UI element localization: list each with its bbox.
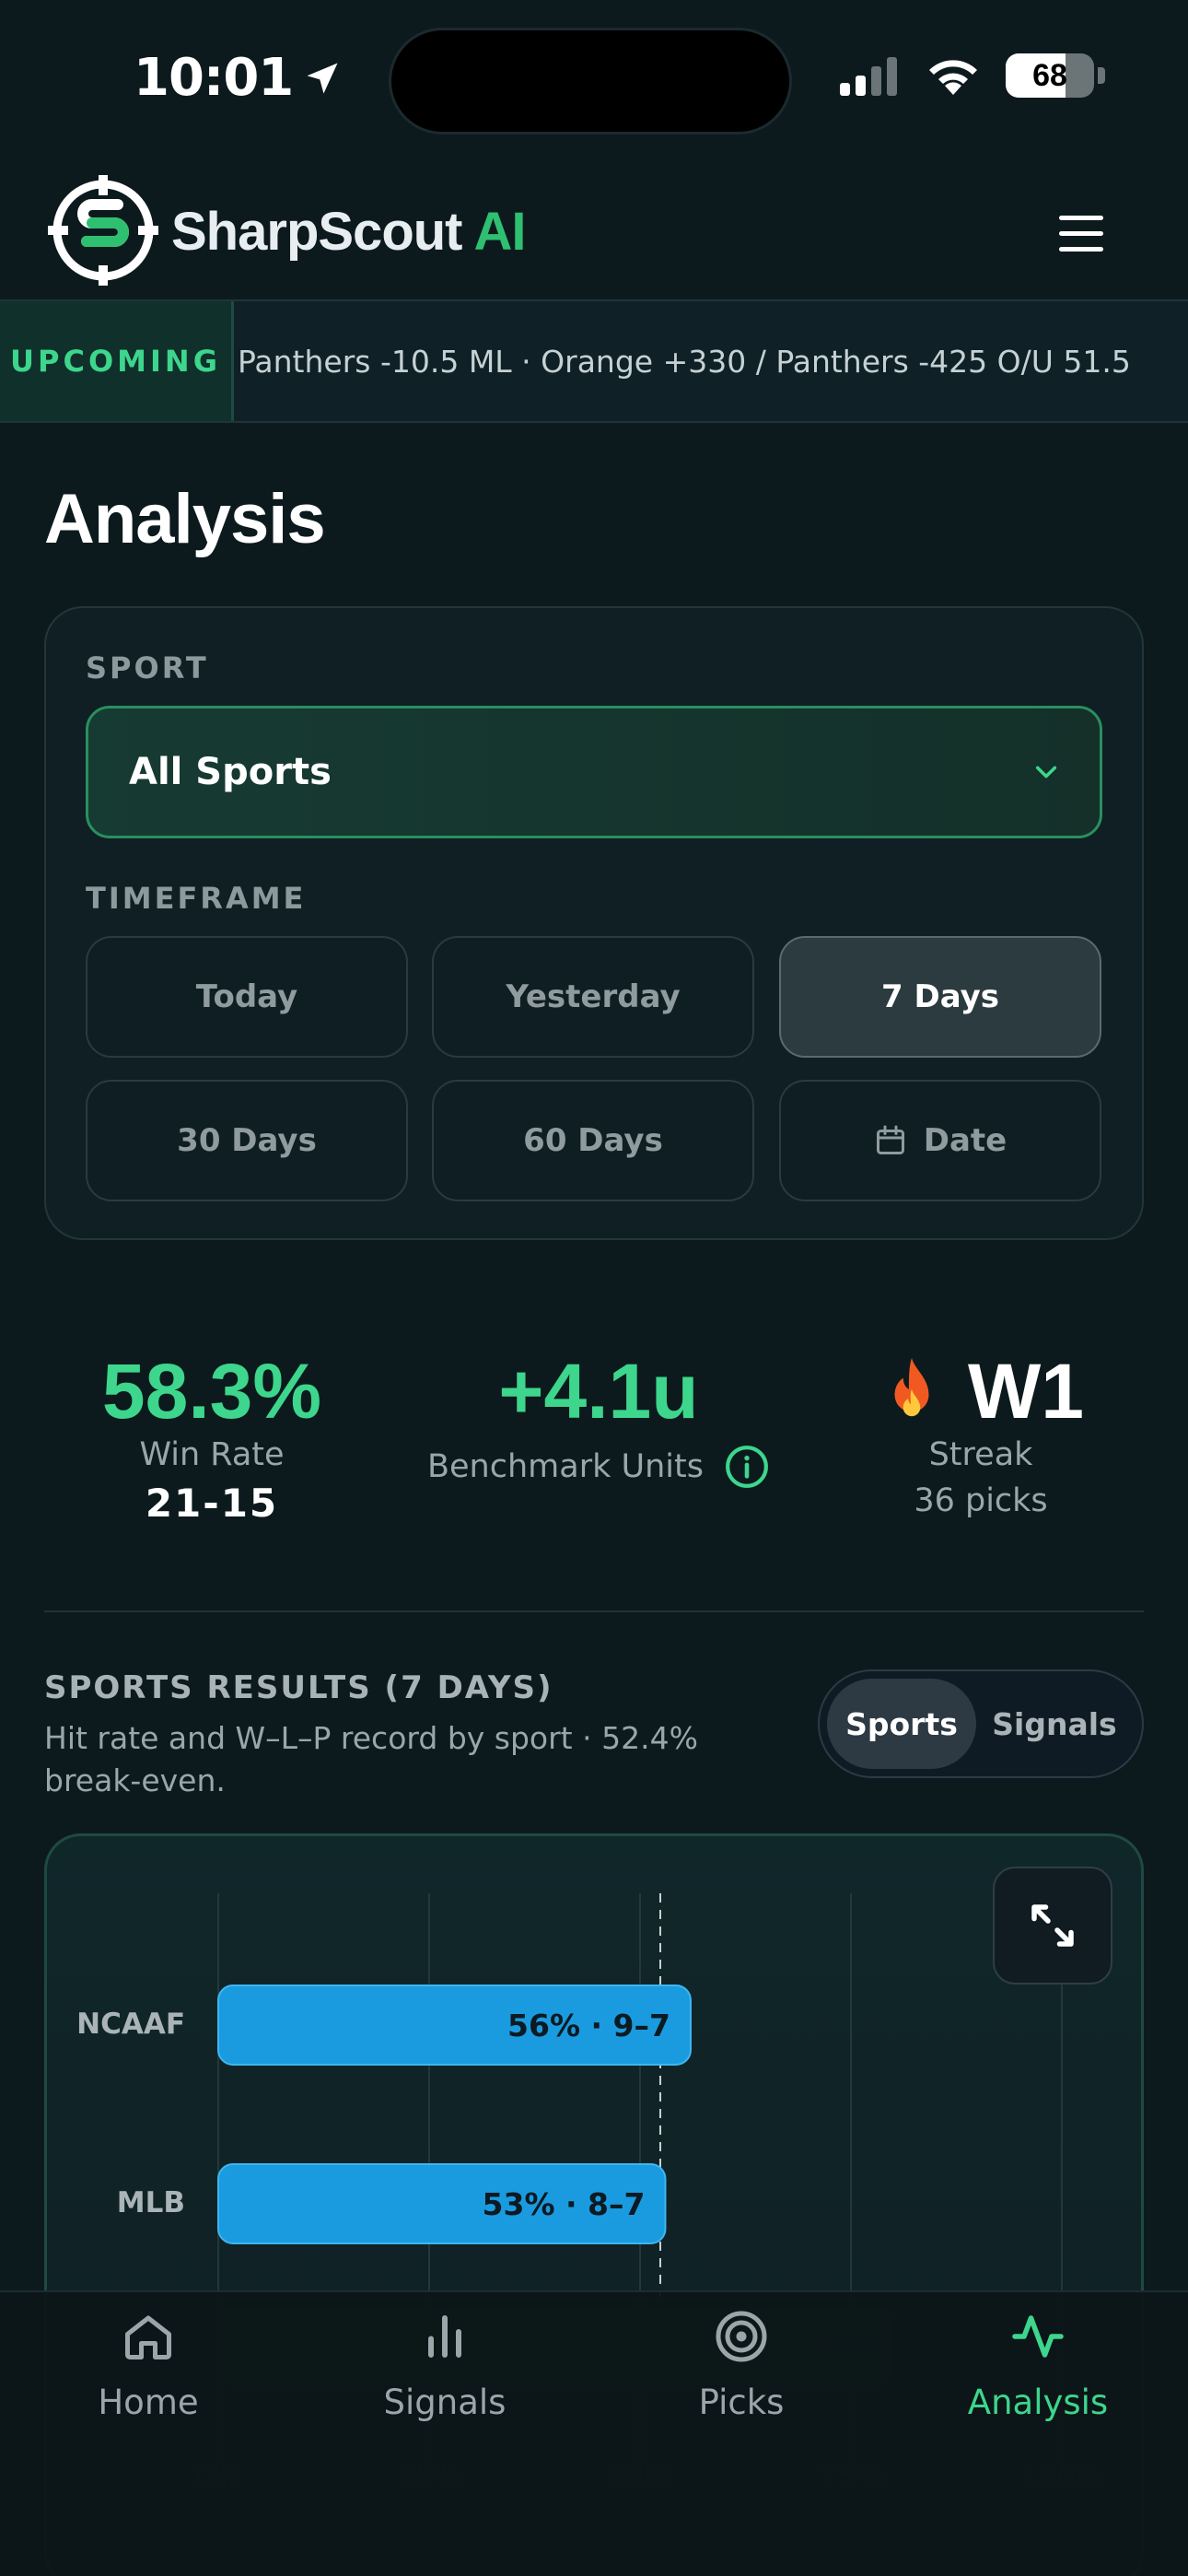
expand-chart-button[interactable] — [993, 1867, 1112, 1985]
units-label: Benchmark Units — [427, 1448, 704, 1485]
brand-text: SharpScout — [171, 202, 462, 262]
expand-icon — [1031, 1904, 1074, 1947]
toggle-sports-button[interactable]: Sports — [827, 1679, 976, 1769]
target-icon — [716, 2311, 767, 2362]
streak-label: Streak — [928, 1436, 1033, 1473]
page-title: Analysis — [44, 480, 326, 558]
units-stat: +4.1u Benchmark Units — [405, 1347, 792, 1490]
win-rate-label: Win Rate — [139, 1436, 285, 1473]
sharpscout-logo-icon[interactable] — [46, 173, 160, 287]
nav-signals[interactable]: Signals — [297, 2309, 593, 2422]
bar-chart-icon — [428, 2315, 461, 2358]
battery-indicator: 68 — [1006, 53, 1094, 98]
activity-icon — [1012, 2315, 1064, 2358]
ticker-label: UPCOMING — [0, 301, 234, 421]
toggle-signals-button[interactable]: Signals — [976, 1679, 1133, 1769]
hamburger-menu-icon[interactable] — [1059, 216, 1103, 256]
category-label: MLB — [117, 2186, 185, 2219]
results-view-toggle: Sports Signals — [818, 1669, 1144, 1778]
info-icon[interactable] — [724, 1444, 770, 1490]
fire-icon — [894, 1357, 929, 1416]
category-label: NCAAF — [76, 2008, 185, 2041]
timeframe-label-text: Yesterday — [506, 978, 681, 1015]
nav-home[interactable]: Home — [0, 2309, 297, 2422]
bar-label: 53% · 8–7 — [483, 2186, 646, 2222]
streak-stat: W1 Streak 36 picks — [829, 1347, 1133, 1519]
status-indicators: 68 — [838, 53, 1105, 98]
nav-picks[interactable]: Picks — [593, 2309, 890, 2422]
units-value: +4.1u — [498, 1348, 699, 1434]
timeframe-yesterday-button[interactable]: Yesterday — [432, 936, 754, 1058]
brand-name: SharpScout AI — [171, 201, 526, 263]
ticker-text: Panthers -10.5 ML · Orange +330 / Panthe… — [238, 343, 1131, 380]
nav-label: Analysis — [967, 2383, 1109, 2422]
win-loss-record: 21-15 — [145, 1481, 279, 1526]
cellular-signal-icon — [840, 57, 897, 96]
bar-label: 56% · 9–7 — [507, 2008, 670, 2043]
nav-label: Picks — [698, 2383, 785, 2422]
streak-value: W1 — [968, 1348, 1084, 1434]
timeframe-today-button[interactable]: Today — [86, 936, 408, 1058]
dynamic-island — [389, 28, 792, 135]
timeframe-label-text: Today — [195, 978, 298, 1015]
timeframe-7-days-button[interactable]: 7 Days — [779, 936, 1101, 1058]
wifi-icon — [929, 60, 977, 95]
chevron-down-icon — [1035, 766, 1057, 779]
battery-percent: 68 — [1032, 57, 1067, 93]
results-description: Hit rate and W–L–P record by sport · 52.… — [44, 1720, 698, 1798]
clock-text: 10:01 — [134, 48, 294, 108]
nav-label: Signals — [383, 2383, 507, 2422]
sport-select[interactable]: All Sports — [86, 706, 1102, 838]
upcoming-ticker[interactable]: UPCOMING Panthers -10.5 ML · Orange +330… — [0, 299, 1188, 423]
calendar-icon — [876, 1125, 904, 1154]
timeframe-30-days-button[interactable]: 30 Days — [86, 1080, 408, 1201]
section-divider — [44, 1610, 1144, 1612]
sport-select-value: All Sports — [129, 751, 332, 793]
win-rate-stat: 58.3% Win Rate 21-15 — [55, 1347, 368, 1526]
location-arrow-icon — [307, 63, 338, 93]
timeframe-label-text: 7 Days — [880, 978, 999, 1015]
nav-analysis[interactable]: Analysis — [890, 2309, 1186, 2422]
timeframe-date-button[interactable]: Date — [779, 1080, 1101, 1201]
brand-suffix: AI — [473, 202, 526, 262]
timeframe-60-days-button[interactable]: 60 Days — [432, 1080, 754, 1201]
streak-picks-count: 36 picks — [914, 1482, 1048, 1519]
home-icon — [125, 2315, 171, 2359]
sport-label: SPORT — [86, 650, 209, 685]
win-rate-value: 58.3% — [101, 1348, 322, 1434]
results-title: SPORTS RESULTS (7 DAYS) — [44, 1669, 553, 1706]
status-time: 10:01 — [134, 48, 343, 108]
timeframe-label-text: Date — [923, 1122, 1007, 1159]
timeframe-label: TIMEFRAME — [86, 881, 307, 916]
timeframe-label-text: 30 Days — [177, 1122, 317, 1159]
timeframe-label-text: 60 Days — [523, 1122, 663, 1159]
nav-label: Home — [98, 2383, 199, 2422]
